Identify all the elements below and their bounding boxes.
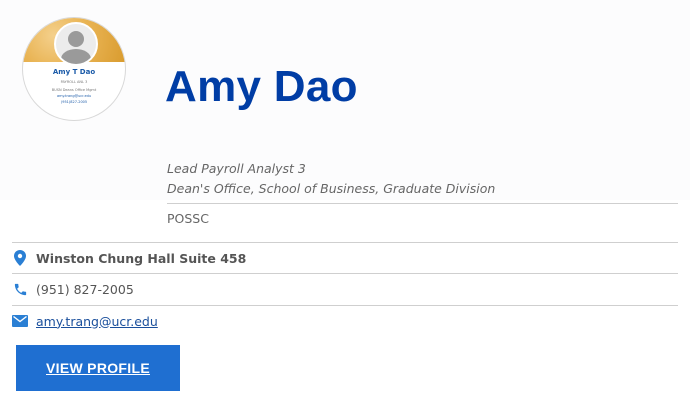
email-link[interactable]: amy.trang@ucr.edu [36, 314, 158, 329]
location-pin-icon [12, 250, 28, 266]
location-row: Winston Chung Hall Suite 458 [12, 250, 246, 266]
avatar-card-name: Amy T Dao [52, 68, 96, 76]
job-title: Lead Payroll Analyst 3 [167, 161, 306, 176]
envelope-icon [12, 313, 28, 329]
phone-icon [12, 281, 28, 297]
avatar: Amy T Dao PAYROLL ANL 3 BUSN Deans Offic… [23, 18, 125, 120]
email-row: amy.trang@ucr.edu [12, 313, 158, 329]
person-placeholder-icon [54, 22, 98, 66]
avatar-card-line: (951)827-2005 [60, 100, 88, 104]
department: Dean's Office, School of Business, Gradu… [167, 181, 496, 196]
divider [167, 203, 678, 204]
location-text: Winston Chung Hall Suite 458 [36, 250, 247, 266]
avatar-card-line: PAYROLL ANL 3 [60, 80, 88, 84]
divider [12, 305, 678, 306]
phone-row: (951) 827-2005 [12, 281, 134, 297]
profile-name: Amy Dao [165, 62, 358, 111]
avatar-card-line: BUSN Deans Office Mgmt [51, 88, 97, 92]
divider [12, 273, 678, 274]
org-unit: POSSC [167, 211, 209, 226]
phone-text: (951) 827-2005 [36, 281, 134, 297]
divider [12, 242, 678, 243]
avatar-card-line: amy.trang@ucr.edu [56, 94, 92, 98]
view-profile-button[interactable]: VIEW PROFILE [16, 345, 180, 391]
